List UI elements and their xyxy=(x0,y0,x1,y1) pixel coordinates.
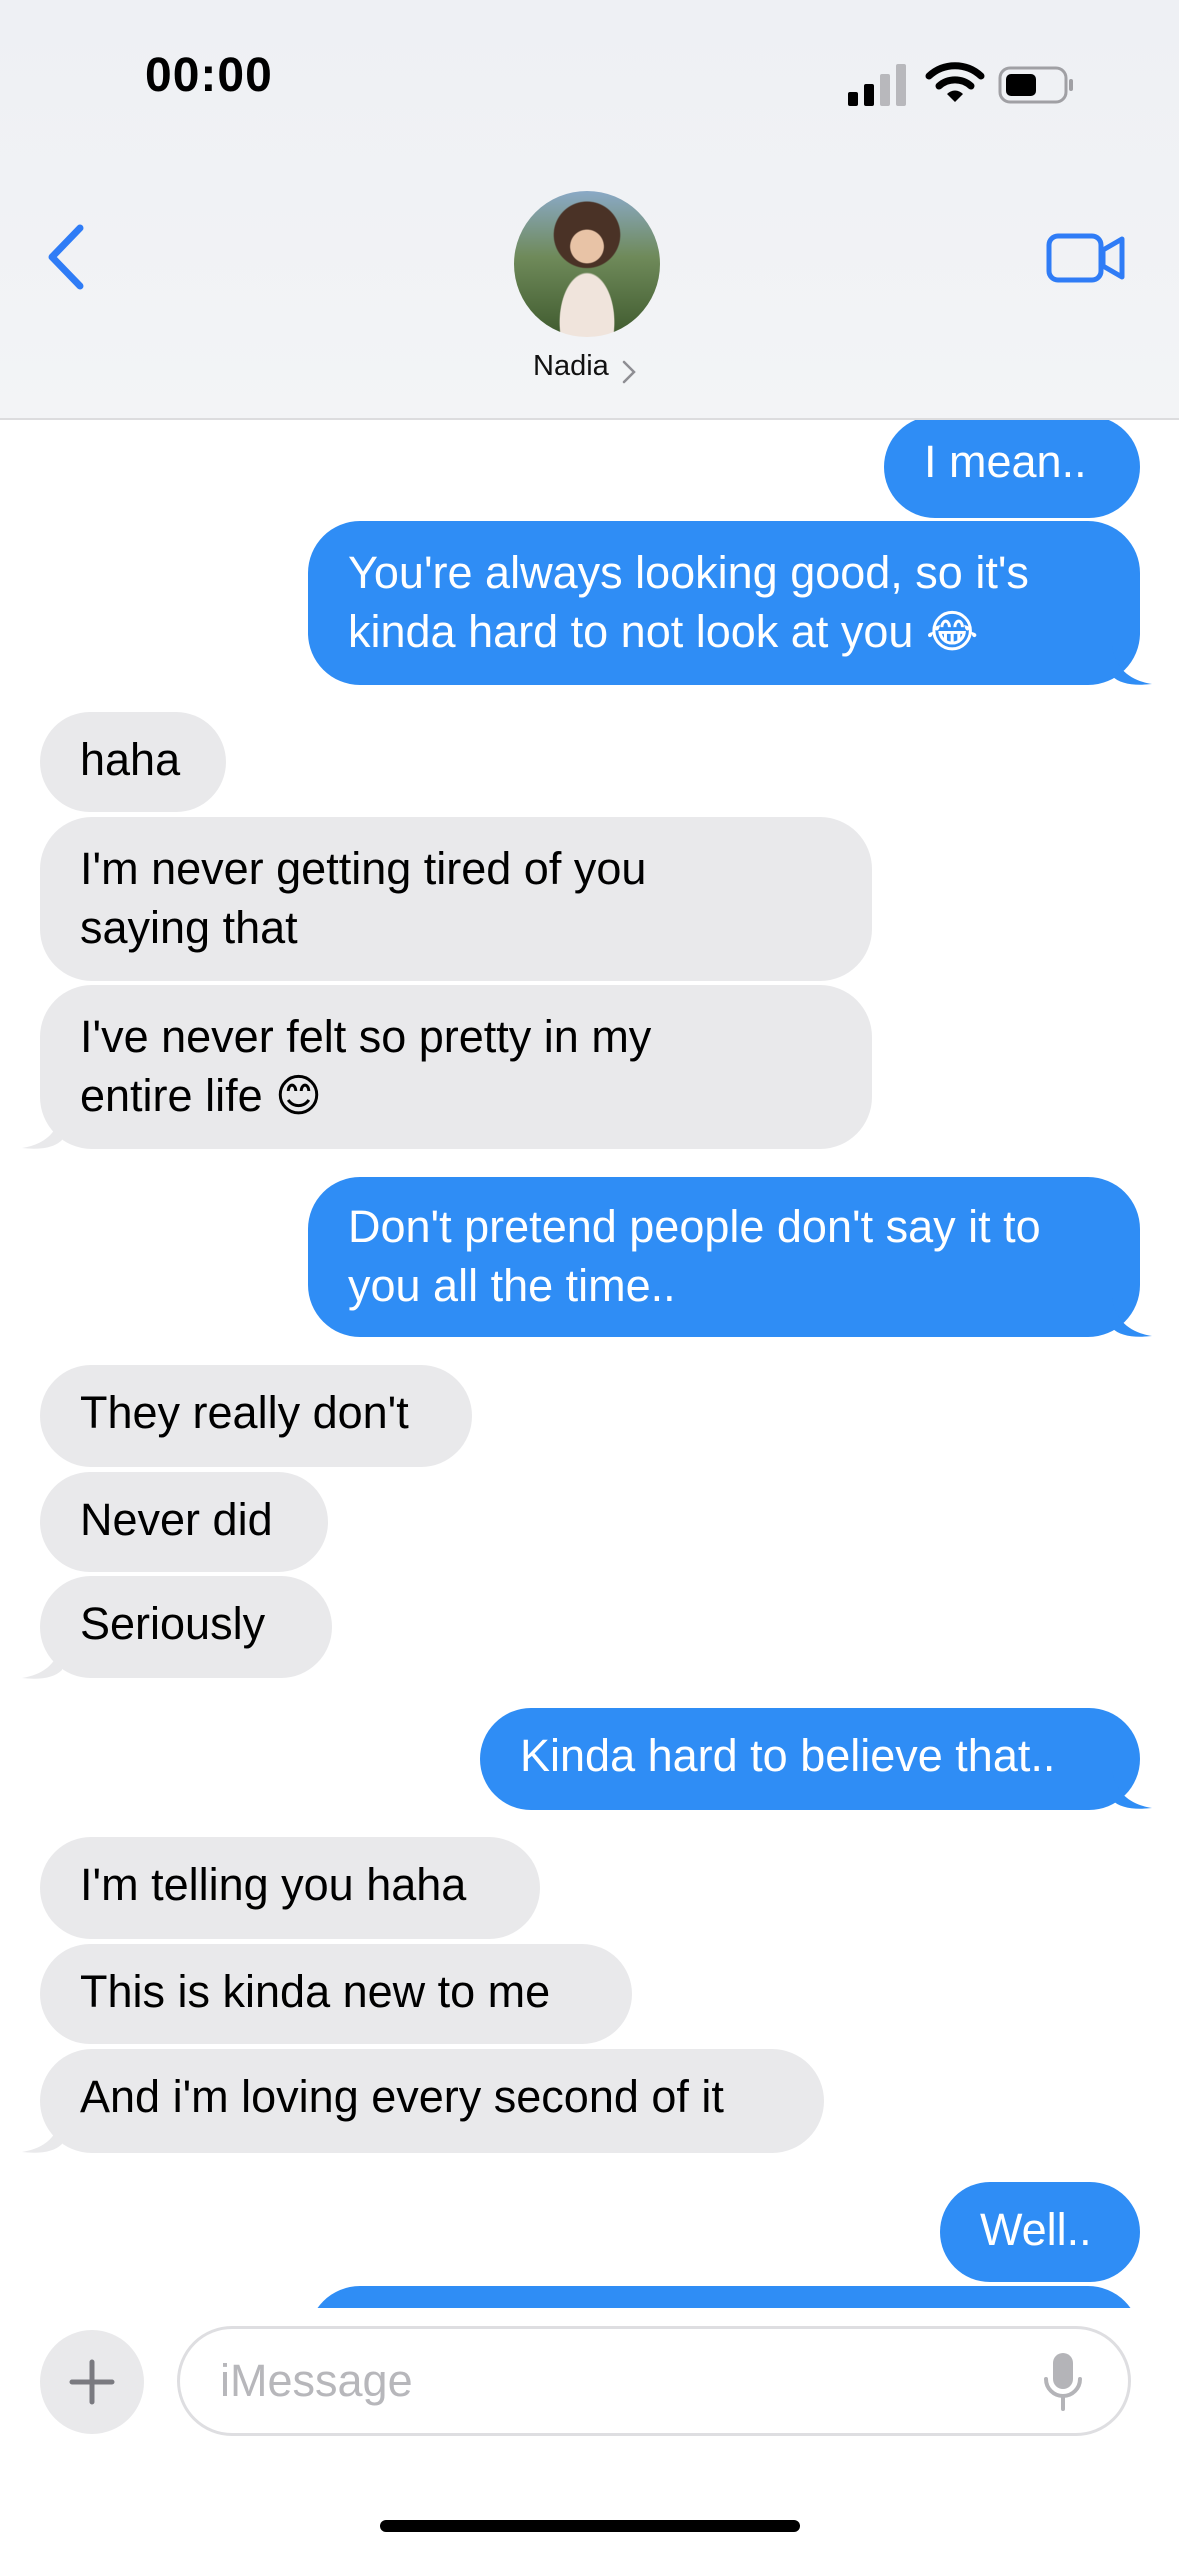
chevron-right-icon xyxy=(622,360,636,384)
message-text: You're always looking good, so it's xyxy=(348,547,1029,598)
message-bubble-outgoing-partial xyxy=(308,2286,1140,2308)
message-text: saying that xyxy=(80,902,298,953)
message-text: Don't pretend people don't say it to xyxy=(348,1201,1041,1252)
message-text: I mean.. xyxy=(924,436,1087,487)
message-text: Seriously xyxy=(80,1598,266,1649)
contact-name[interactable]: Nadia xyxy=(533,350,609,383)
bubble-tail xyxy=(1112,646,1152,686)
home-indicator[interactable] xyxy=(380,2520,800,2532)
plus-icon xyxy=(69,2359,115,2405)
back-chevron-icon[interactable] xyxy=(42,222,92,292)
bubble-tail xyxy=(22,2114,62,2154)
video-camera-icon[interactable] xyxy=(1046,232,1126,284)
message-text: I'm telling you haha xyxy=(80,1859,467,1910)
message-bubble-outgoing[interactable]: Well.. xyxy=(940,2182,1140,2282)
message-bubble-incoming[interactable]: I'm telling you haha xyxy=(40,1837,540,1939)
cellular-signal-icon xyxy=(848,62,906,106)
message-bubble-incoming[interactable]: This is kinda new to me xyxy=(40,1944,632,2044)
bubble-tail xyxy=(22,1640,62,1680)
message-text: kinda hard to not look at you 😂 xyxy=(348,606,979,657)
message-text: This is kinda new to me xyxy=(80,1966,551,2017)
message-text: They really don't xyxy=(80,1387,409,1438)
battery-icon xyxy=(998,66,1073,104)
wifi-icon xyxy=(925,62,985,102)
message-text: I'm never getting tired of you xyxy=(80,843,647,894)
message-bubble-incoming[interactable]: haha xyxy=(40,712,226,812)
message-bubble-outgoing[interactable]: I mean.. xyxy=(884,416,1140,518)
message-text: Never did xyxy=(80,1494,273,1545)
bubble-tail xyxy=(1112,1770,1152,1810)
message-input[interactable]: iMessage xyxy=(177,2326,1131,2436)
contact-avatar[interactable] xyxy=(514,191,660,337)
message-bubble-outgoing[interactable]: You're always looking good, so it's kind… xyxy=(308,521,1140,685)
message-bubble-outgoing[interactable]: Don't pretend people don't say it to you… xyxy=(308,1177,1140,1337)
message-bubble-incoming[interactable]: They really don't xyxy=(40,1365,472,1467)
conversation-header: 00:00 Nadia xyxy=(0,0,1179,420)
microphone-icon[interactable] xyxy=(1042,2351,1084,2413)
message-text: Kinda hard to believe that.. xyxy=(520,1730,1056,1781)
bubble-tail xyxy=(22,1110,62,1150)
message-bubble-incoming[interactable]: Never did xyxy=(40,1472,328,1572)
message-bubble-incoming[interactable]: Seriously xyxy=(40,1576,332,1678)
message-text: haha xyxy=(80,734,181,785)
message-text: entire life 😊 xyxy=(80,1070,323,1121)
message-text: And i'm loving every second of it xyxy=(80,2071,724,2122)
status-time: 00:00 xyxy=(145,49,273,102)
message-text: Well.. xyxy=(980,2204,1092,2255)
message-bubble-incoming[interactable]: And i'm loving every second of it xyxy=(40,2049,824,2153)
bubble-tail xyxy=(1112,1298,1152,1338)
message-bubble-incoming[interactable]: I've never felt so pretty in my entire l… xyxy=(40,985,872,1149)
add-attachment-button[interactable] xyxy=(40,2330,144,2434)
message-input-placeholder: iMessage xyxy=(220,2355,413,2406)
message-bubble-outgoing[interactable]: Kinda hard to believe that.. xyxy=(480,1708,1140,1810)
message-bubble-incoming[interactable]: I'm never getting tired of you saying th… xyxy=(40,817,872,981)
message-text: I've never felt so pretty in my xyxy=(80,1011,652,1062)
message-text: you all the time.. xyxy=(348,1260,676,1311)
